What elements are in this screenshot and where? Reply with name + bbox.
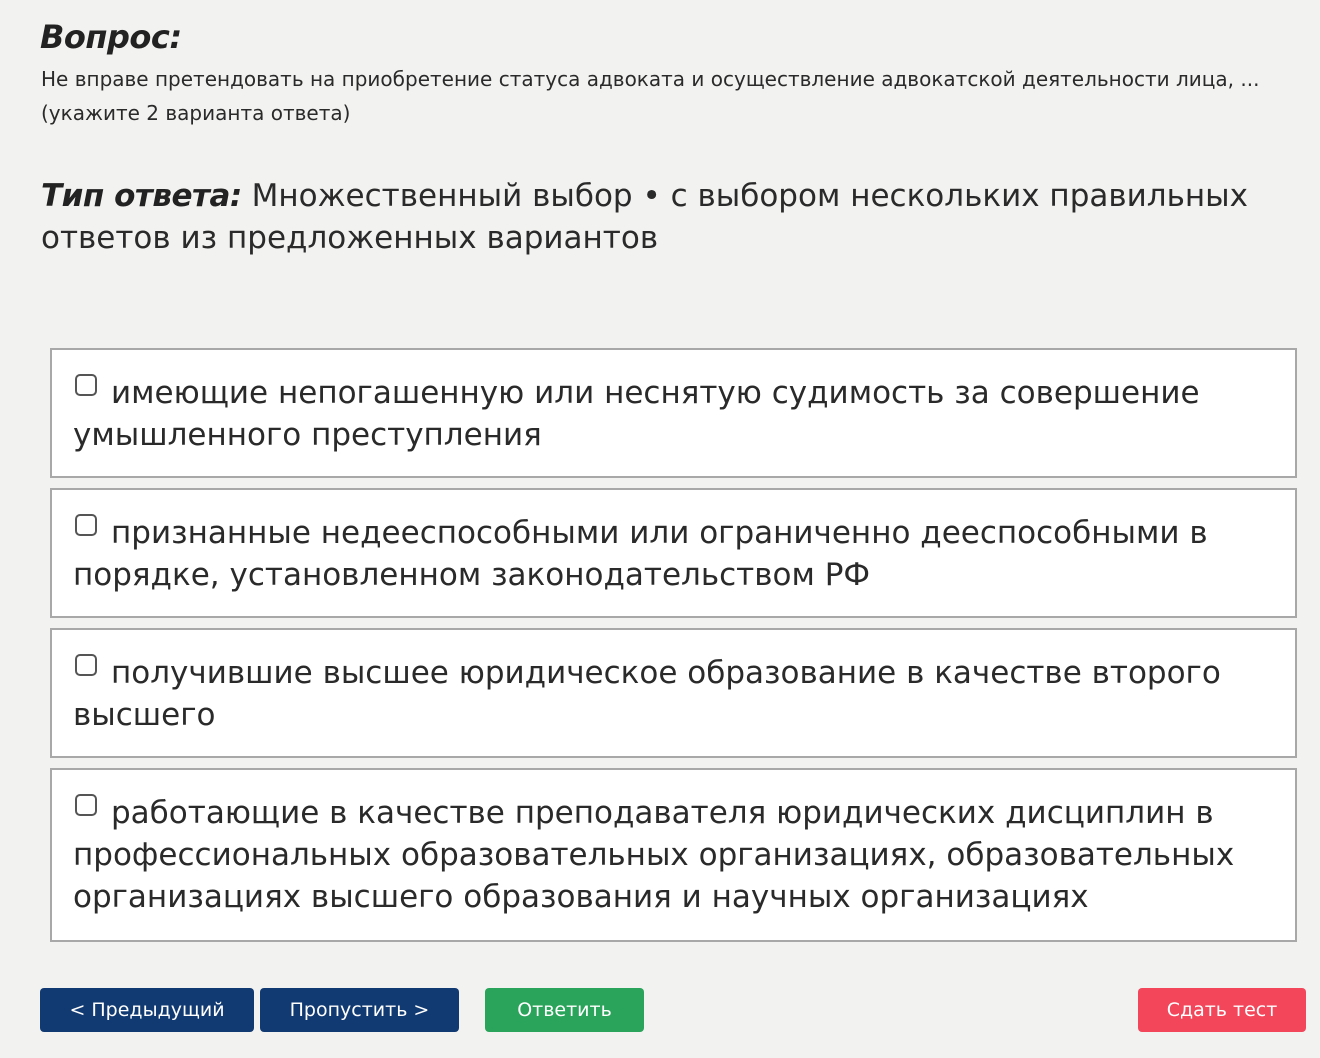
answer-type: Тип ответа: Множественный выбор • с выбо… bbox=[41, 175, 1281, 259]
checkbox-icon[interactable] bbox=[75, 514, 97, 536]
answer-option-2[interactable]: признанные недееспособными или ограничен… bbox=[50, 488, 1297, 618]
answer-button[interactable]: Ответить bbox=[485, 988, 644, 1032]
skip-button[interactable]: Пропустить > bbox=[260, 988, 459, 1032]
option-label: работающие в качестве преподавателя юрид… bbox=[73, 795, 1235, 915]
finish-test-button[interactable]: Сдать тест bbox=[1138, 988, 1306, 1032]
answer-type-label: Тип ответа: bbox=[41, 178, 242, 214]
option-label: получившие высшее юридическое образовани… bbox=[73, 655, 1221, 733]
checkbox-icon[interactable] bbox=[75, 654, 97, 676]
question-hint: (укажите 2 варианта ответа) bbox=[41, 101, 351, 125]
checkbox-icon[interactable] bbox=[75, 374, 97, 396]
answer-option-3[interactable]: получившие высшее юридическое образовани… bbox=[50, 628, 1297, 758]
answer-options: имеющие непогашенную или неснятую судимо… bbox=[50, 348, 1297, 952]
previous-button[interactable]: < Предыдущий bbox=[40, 988, 254, 1032]
checkbox-icon[interactable] bbox=[75, 794, 97, 816]
option-label: имеющие непогашенную или неснятую судимо… bbox=[73, 375, 1200, 453]
answer-option-4[interactable]: работающие в качестве преподавателя юрид… bbox=[50, 768, 1297, 942]
question-heading: Вопрос: bbox=[40, 18, 182, 56]
question-line: Не вправе претендовать на приобретение с… bbox=[41, 67, 1260, 91]
question-text: Не вправе претендовать на приобретение с… bbox=[41, 62, 1281, 130]
option-label: признанные недееспособными или ограничен… bbox=[73, 515, 1208, 593]
answer-option-1[interactable]: имеющие непогашенную или неснятую судимо… bbox=[50, 348, 1297, 478]
